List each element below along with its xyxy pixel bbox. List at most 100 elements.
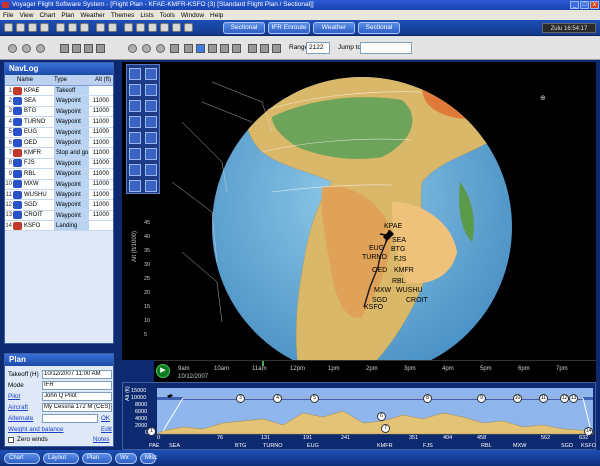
navlog-row-alt[interactable]: 11000 [89, 140, 111, 146]
navlog-row[interactable]: 14 KSFO Landing [5, 221, 113, 232]
compass-rose-icon[interactable]: ⊕ [540, 95, 546, 102]
profile-wp-marker[interactable]: 7 [381, 424, 390, 433]
profile-wp-marker[interactable]: 12 [560, 394, 569, 403]
paste-icon[interactable] [80, 23, 89, 32]
navlog-row[interactable]: 6 OED Waypoint 11000 [5, 137, 113, 149]
navlog-row[interactable]: 10 MXW Waypoint 11000 [5, 179, 113, 190]
grid-icon[interactable] [148, 23, 157, 32]
navlog-row[interactable]: 9 RBL Waypoint 11000 [5, 169, 113, 180]
select-tool-icon[interactable] [129, 68, 141, 80]
wp-mxw[interactable]: MXW [374, 287, 392, 294]
route-icon[interactable] [160, 23, 169, 32]
wp-fjs[interactable]: FJS [394, 256, 407, 263]
wp-sea[interactable]: SEA [392, 237, 406, 244]
wp-btg[interactable]: BTG [391, 246, 405, 253]
takeoff-input[interactable]: 10/12/2007 11:00 AM [42, 370, 112, 379]
range-select[interactable]: 2122 [306, 42, 330, 54]
col-name[interactable]: Name [13, 75, 54, 85]
tab-sectional[interactable]: Sectional [223, 22, 265, 34]
misc-button[interactable]: Misc [140, 453, 157, 464]
navlog-row[interactable]: 2 SEA Waypoint 11000 [5, 96, 113, 107]
menu-help[interactable]: Help [210, 12, 223, 19]
menu-view[interactable]: View [19, 12, 33, 19]
terrain-tool-icon[interactable] [145, 100, 157, 112]
menu-tools[interactable]: Tools [160, 12, 175, 19]
col-alt[interactable]: Alt (ft) [89, 75, 111, 85]
copy-icon[interactable] [68, 23, 77, 32]
airspace-tool-icon[interactable] [129, 100, 141, 112]
zoom-in-icon[interactable] [22, 44, 31, 53]
wp-oed[interactable]: OED [372, 267, 387, 274]
zero-winds-checkbox[interactable] [8, 437, 14, 443]
navlog-row[interactable]: 4 TURNO Waypoint 11000 [5, 117, 113, 128]
clock-tool-icon[interactable] [145, 180, 157, 192]
rewind-icon[interactable] [128, 44, 137, 53]
wb-edit[interactable]: Edit [101, 426, 112, 433]
layers-icon[interactable] [136, 23, 145, 32]
menu-themes[interactable]: Themes [111, 12, 134, 19]
zoom-out-icon[interactable] [36, 44, 45, 53]
menu-weather[interactable]: Weather [80, 12, 104, 19]
pin-icon[interactable] [232, 44, 241, 53]
cursor-icon[interactable] [184, 44, 193, 53]
plan-button[interactable]: Plan [82, 453, 112, 464]
notes-link[interactable]: Notes [93, 436, 109, 443]
profile-wp-marker[interactable]: 3 [236, 394, 245, 403]
navlog-row[interactable]: 3 BTG Waypoint 11000 [5, 106, 113, 118]
redo-icon[interactable] [108, 23, 117, 32]
wx-button[interactable]: Wx [115, 453, 137, 464]
wp-croit[interactable]: CROIT [406, 297, 429, 304]
undo-icon[interactable] [96, 23, 105, 32]
current-time-marker[interactable] [262, 361, 264, 366]
aircraft-label[interactable]: Aircraft [8, 404, 28, 411]
minimize-button[interactable]: _ [570, 1, 579, 9]
map-view[interactable]: KPAE SEA EUG BTG TURNO FJS OED KMFR RBL … [122, 62, 596, 360]
mode-select[interactable]: IFR [42, 381, 112, 390]
wp-turno[interactable]: TURNO [362, 254, 387, 261]
navlog-row-alt[interactable]: 11000 [89, 119, 111, 125]
record-icon[interactable] [170, 44, 179, 53]
alternate-ok[interactable]: OK [101, 415, 110, 422]
col-type[interactable]: Type [54, 75, 89, 85]
wp-sgd[interactable]: SGD [372, 297, 387, 304]
menu-file[interactable]: File [3, 12, 13, 19]
measure-icon[interactable] [208, 44, 217, 53]
settings-icon[interactable] [184, 23, 193, 32]
globe-icon[interactable] [124, 23, 133, 32]
navlog-row-alt[interactable]: 11000 [89, 171, 111, 177]
wp-eug[interactable]: EUG [369, 245, 384, 252]
radar-tool-icon[interactable] [145, 132, 157, 144]
hand-icon[interactable] [196, 44, 205, 53]
navlog-row-alt[interactable]: 11000 [89, 98, 111, 104]
profile-wp-marker[interactable]: 1 [147, 427, 156, 436]
alternate-input[interactable] [42, 414, 98, 423]
text-tool-icon[interactable] [145, 164, 157, 176]
cut-icon[interactable] [56, 23, 65, 32]
jump-select[interactable] [360, 42, 412, 54]
wind-tool-icon[interactable] [145, 116, 157, 128]
chart-button[interactable]: Chart [4, 453, 40, 464]
timeline-play-button[interactable]: ▶ [156, 364, 170, 378]
layer-icon[interactable] [60, 44, 69, 53]
navlog-row[interactable]: 8 FJS Waypoint 11000 [5, 158, 113, 170]
navlog-row-alt[interactable]: 11000 [89, 150, 111, 156]
profile-wp-marker[interactable]: 5 [310, 394, 319, 403]
sun-tool-icon[interactable] [129, 180, 141, 192]
zoom-box-icon[interactable] [248, 44, 257, 53]
filter-icon[interactable] [72, 44, 81, 53]
navlog-row-alt[interactable]: 11000 [89, 160, 111, 166]
navlog-row[interactable]: 1 KPAE Takeoff [5, 86, 113, 97]
navlog-row-alt[interactable]: 11000 [89, 212, 111, 218]
weather-icon[interactable] [172, 23, 181, 32]
center-icon[interactable] [272, 44, 281, 53]
legend-icon[interactable] [96, 44, 105, 53]
color-tool-icon[interactable] [129, 164, 141, 176]
move-icon[interactable] [8, 44, 17, 53]
tab-weather[interactable]: Weather [313, 22, 355, 34]
pencil-tool-icon[interactable] [129, 148, 141, 160]
navlog-row[interactable]: 5 EUG Waypoint 11000 [5, 127, 113, 138]
print-icon[interactable] [40, 23, 49, 32]
navlog-row-alt[interactable]: 11000 [89, 202, 111, 208]
symbol-icon[interactable] [84, 44, 93, 53]
marker-tool-icon[interactable] [145, 148, 157, 160]
